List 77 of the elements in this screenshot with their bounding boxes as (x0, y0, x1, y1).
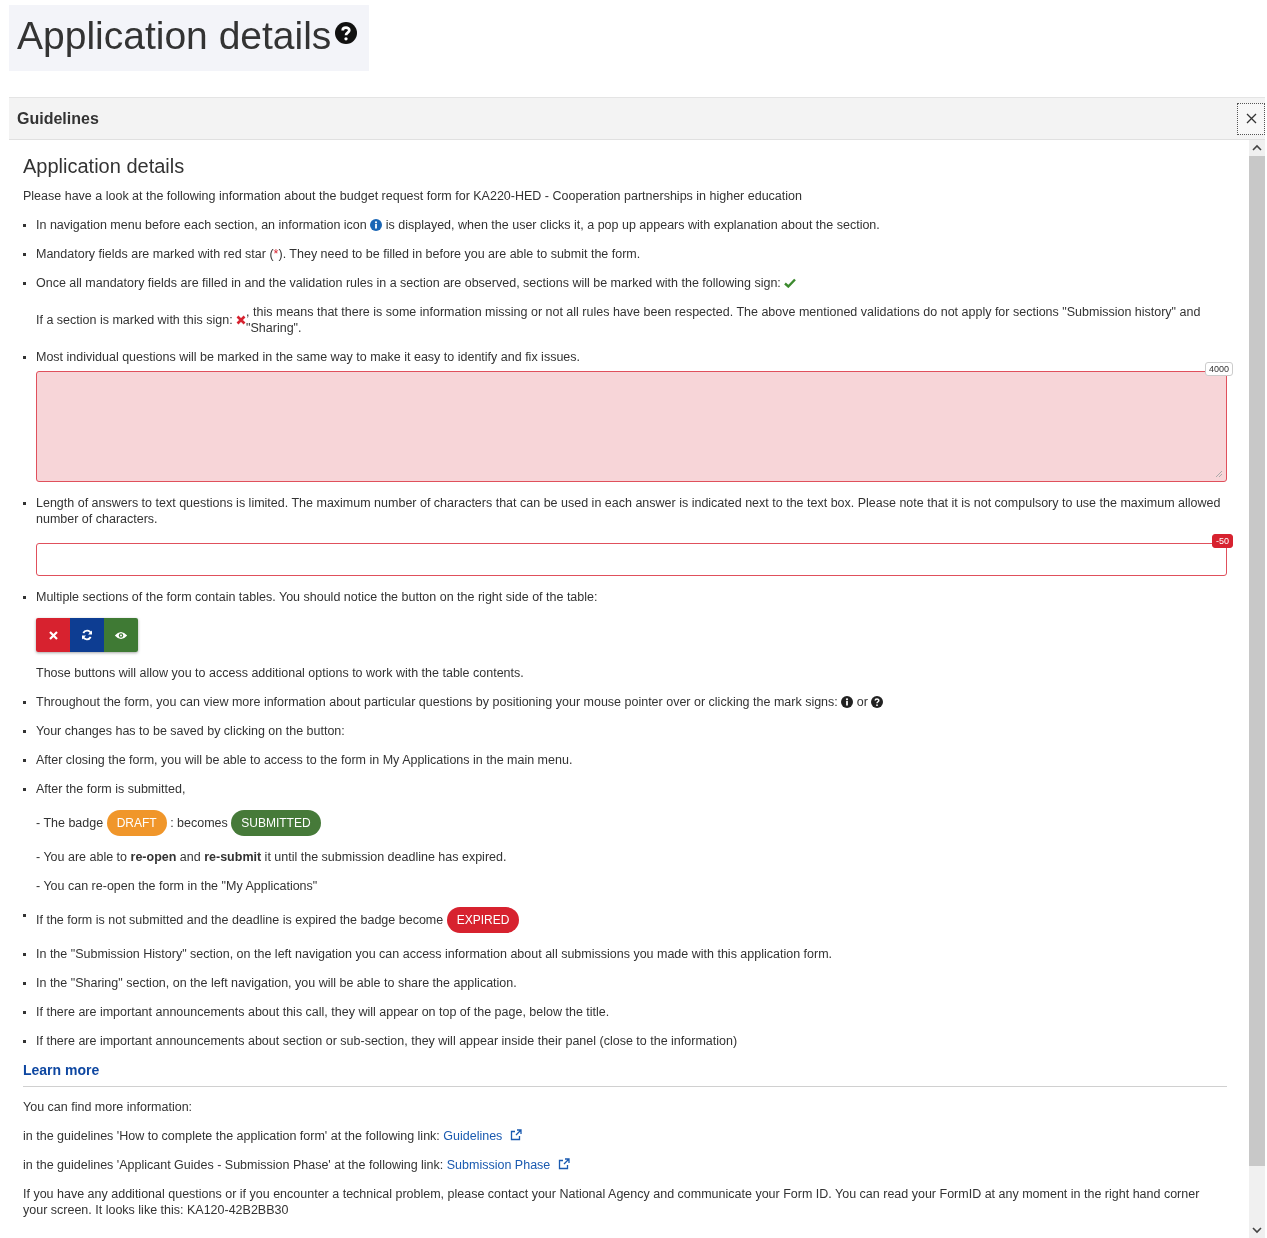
info-icon (370, 219, 383, 231)
external-link-icon (558, 1158, 571, 1170)
body-text: After the form is submitted, (36, 781, 186, 797)
body-text: If there are important announcements about section or sub-section, they will appear inside their panel (close to the information) (36, 1033, 738, 1049)
body-text: In the "Submission History" section, on the left navigation you can access information about all submissions you made with this application form. (36, 946, 833, 962)
body-text: - You are able to re-open and re-submit it until the submission deadline has expired. (36, 849, 507, 865)
resize-grip-icon (1215, 470, 1223, 478)
body-text: In the "Sharing" section, on the left navigation, you will be able to share the application. (36, 975, 517, 991)
body-text: If the form is not submitted and the deadline is expired the badge become (36, 912, 445, 928)
body-text: - You can re-open the form in the "My Applications" (36, 878, 318, 894)
body-text: : becomes (169, 815, 229, 831)
eye-icon (114, 630, 128, 640)
refresh-icon (81, 629, 93, 641)
view-button[interactable] (104, 618, 138, 652)
body-text: is displayed, when the user clicks it, a pop up appears with explanation about the section. (384, 217, 880, 233)
bullet-icon (23, 502, 26, 505)
body-text: Those buttons will allow you to access additional options to work with the table contents. (36, 665, 524, 681)
refresh-button[interactable] (70, 618, 104, 652)
character-counter: -50 (1212, 534, 1233, 548)
cross-icon (236, 315, 247, 325)
bullet-icon (23, 730, 26, 733)
body-text: Mandatory fields are marked with red star ( (36, 246, 274, 262)
bullet-icon (23, 596, 26, 599)
asterisk-text: * (273, 246, 279, 262)
body-text: , this means that there is some information missing or not all rules have been respected. The above mentioned validations do not apply for sections "Submission history" and "Sharing". (246, 304, 1202, 336)
bullet-icon (23, 1011, 26, 1014)
bullet-icon (23, 982, 26, 985)
body-text: If a section is marked with this sign: (36, 312, 234, 328)
status-badge: DRAFT (106, 810, 167, 836)
delete-button[interactable] (36, 618, 70, 652)
close-button[interactable] (1237, 102, 1265, 135)
status-badge: SUBMITTED (231, 810, 321, 836)
body-text: After closing the form, you will be able to access to the form in My Applications in the main menu. (36, 752, 573, 768)
check-icon (784, 278, 797, 288)
close-icon (48, 630, 58, 640)
bullet-icon (23, 224, 26, 227)
learn-more-heading: Learn more (23, 1062, 101, 1078)
scroll-up-icon[interactable] (1252, 144, 1262, 152)
body-text: Once all mandatory fields are filled in and the validation rules in a section are observed, sections will be marked with the following sign: (36, 275, 782, 291)
bullet-icon (23, 759, 26, 762)
status-badge: EXPIRED (446, 907, 520, 933)
bullet-icon (23, 701, 26, 704)
close-icon (1245, 113, 1257, 124)
body-text: Length of answers to text questions is limited. The maximum number of characters that can be used in each answer is indicated next to the text box. Please note that it is not compulsory to use the maximum allowed number of characters. (36, 495, 1222, 527)
body-text: If you have any additional questions or if you encounter a technical problem, please contact your National Agency and communicate your Form ID. You can read your FormID at any moment in the right hand corner your screen. It looks like this: KA120-42B2BB30 (23, 1186, 1201, 1218)
section-heading: Application details (23, 154, 186, 178)
body-text: Your changes has to be saved by clicking on the button: (36, 723, 345, 739)
external-link-icon (510, 1129, 523, 1141)
body-text: Most individual questions will be marked in the same way to make it easy to identify and fix issues. (36, 349, 580, 365)
info-icon (841, 696, 854, 708)
page-title: Application details (17, 13, 332, 59)
panel-title: Guidelines (17, 109, 99, 128)
bullet-icon (23, 1040, 26, 1043)
body-text: Multiple sections of the form contain tables. You should notice the button on the right side of the table: (36, 589, 598, 605)
input-field[interactable] (36, 543, 1227, 576)
help-icon[interactable] (335, 22, 358, 44)
guidelines-link[interactable]: Submission Phase (446, 1158, 551, 1172)
guidelines-link[interactable]: Guidelines (443, 1129, 503, 1143)
body-text: If there are important announcements about this call, they will appear on top of the page, below the title. (36, 1004, 610, 1020)
bullet-icon (23, 282, 26, 285)
help-icon (871, 696, 884, 708)
body-text: in the guidelines 'How to complete the application form' at the following link: (23, 1129, 441, 1143)
body-text: You can find more information: (23, 1099, 194, 1115)
scroll-down-icon[interactable] (1252, 1226, 1262, 1234)
body-text: in the guidelines 'Applicant Guides - Submission Phase' at the following link: (23, 1158, 445, 1172)
body-text: In navigation menu before each section, an information icon (36, 217, 368, 233)
bullet-icon (23, 356, 26, 359)
bullet-icon (23, 788, 26, 791)
body-text: - The badge (36, 815, 105, 831)
bullet-icon (23, 253, 26, 256)
body-text: Throughout the form, you can view more information about particular questions by positioning your mouse pointer over or clicking the mark signs: (36, 694, 839, 710)
character-counter: 4000 (1204, 362, 1233, 376)
body-text: ). They need to be filled in before you are able to submit the form. (278, 246, 641, 262)
bullet-icon (23, 953, 26, 956)
bullet-icon (23, 914, 26, 917)
body-text: or (855, 694, 869, 710)
intro-text: Please have a look at the following information about the budget request form for KA220-HED - Cooperation partnerships in higher education (23, 188, 803, 204)
